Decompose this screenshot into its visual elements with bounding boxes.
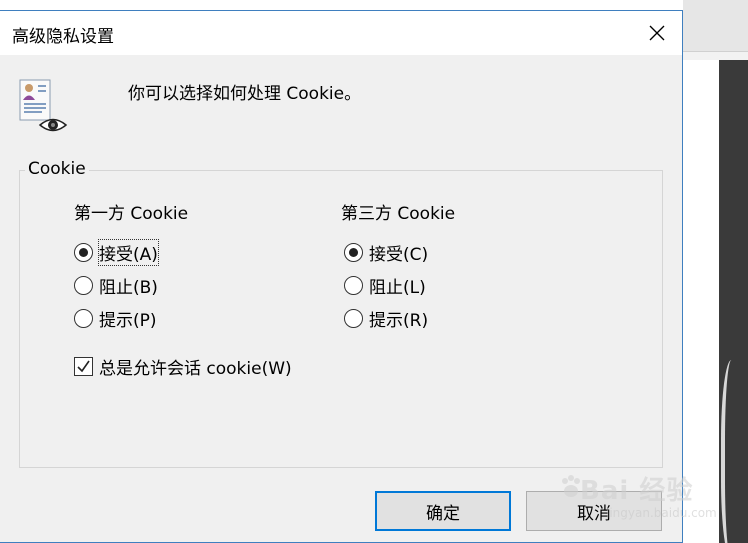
first-party-accept-radio[interactable]: 接受(A) (74, 239, 159, 266)
radio-selected-dot (349, 248, 358, 257)
first-party-prompt-radio[interactable]: 提示(P) (74, 306, 157, 331)
check-icon (77, 360, 90, 373)
radio-button[interactable] (344, 243, 363, 262)
radio-label: 接受(C) (369, 245, 429, 265)
background-window-header (683, 0, 748, 52)
first-party-block-radio[interactable]: 阻止(B) (74, 273, 158, 298)
dialog-title: 高级隐私设置 (12, 27, 114, 47)
baidu-watermark: Bai 经验 jingyan.baidu.com (558, 462, 738, 532)
radio-label: 提示(R) (369, 311, 429, 331)
third-party-prompt-radio[interactable]: 提示(R) (344, 306, 428, 331)
session-cookie-checkbox[interactable] (74, 357, 93, 376)
radio-button[interactable] (74, 309, 93, 328)
third-party-heading: 第三方 Cookie (341, 204, 456, 224)
dialog-description: 你可以选择如何处理 Cookie。 (128, 84, 362, 104)
checkbox-label: 总是允许会话 cookie(W) (99, 359, 292, 379)
close-button[interactable] (638, 17, 676, 49)
watermark-subtext: jingyan.baidu.com (606, 506, 717, 520)
radio-label: 阻止(B) (99, 278, 158, 298)
radio-button[interactable] (344, 276, 363, 295)
privacy-document-eye-icon (19, 79, 68, 132)
radio-label: 接受(A) (98, 239, 159, 266)
radio-selected-dot (79, 248, 88, 257)
first-party-heading: 第一方 Cookie (74, 204, 189, 224)
radio-label: 阻止(L) (369, 278, 426, 298)
ok-button[interactable]: 确定 (375, 491, 511, 531)
radio-button[interactable] (74, 276, 93, 295)
watermark-text: Bai 经验 (580, 476, 694, 506)
radio-button[interactable] (74, 243, 93, 262)
session-cookie-checkbox-row[interactable]: 总是允许会话 cookie(W) (74, 354, 292, 379)
title-bar: 高级隐私设置 (0, 11, 682, 55)
radio-label: 提示(P) (99, 311, 157, 331)
radio-button[interactable] (344, 309, 363, 328)
close-icon (649, 25, 665, 41)
third-party-accept-radio[interactable]: 接受(C) (344, 240, 428, 265)
cookie-group-label: Cookie (25, 159, 89, 179)
third-party-block-radio[interactable]: 阻止(L) (344, 273, 426, 298)
